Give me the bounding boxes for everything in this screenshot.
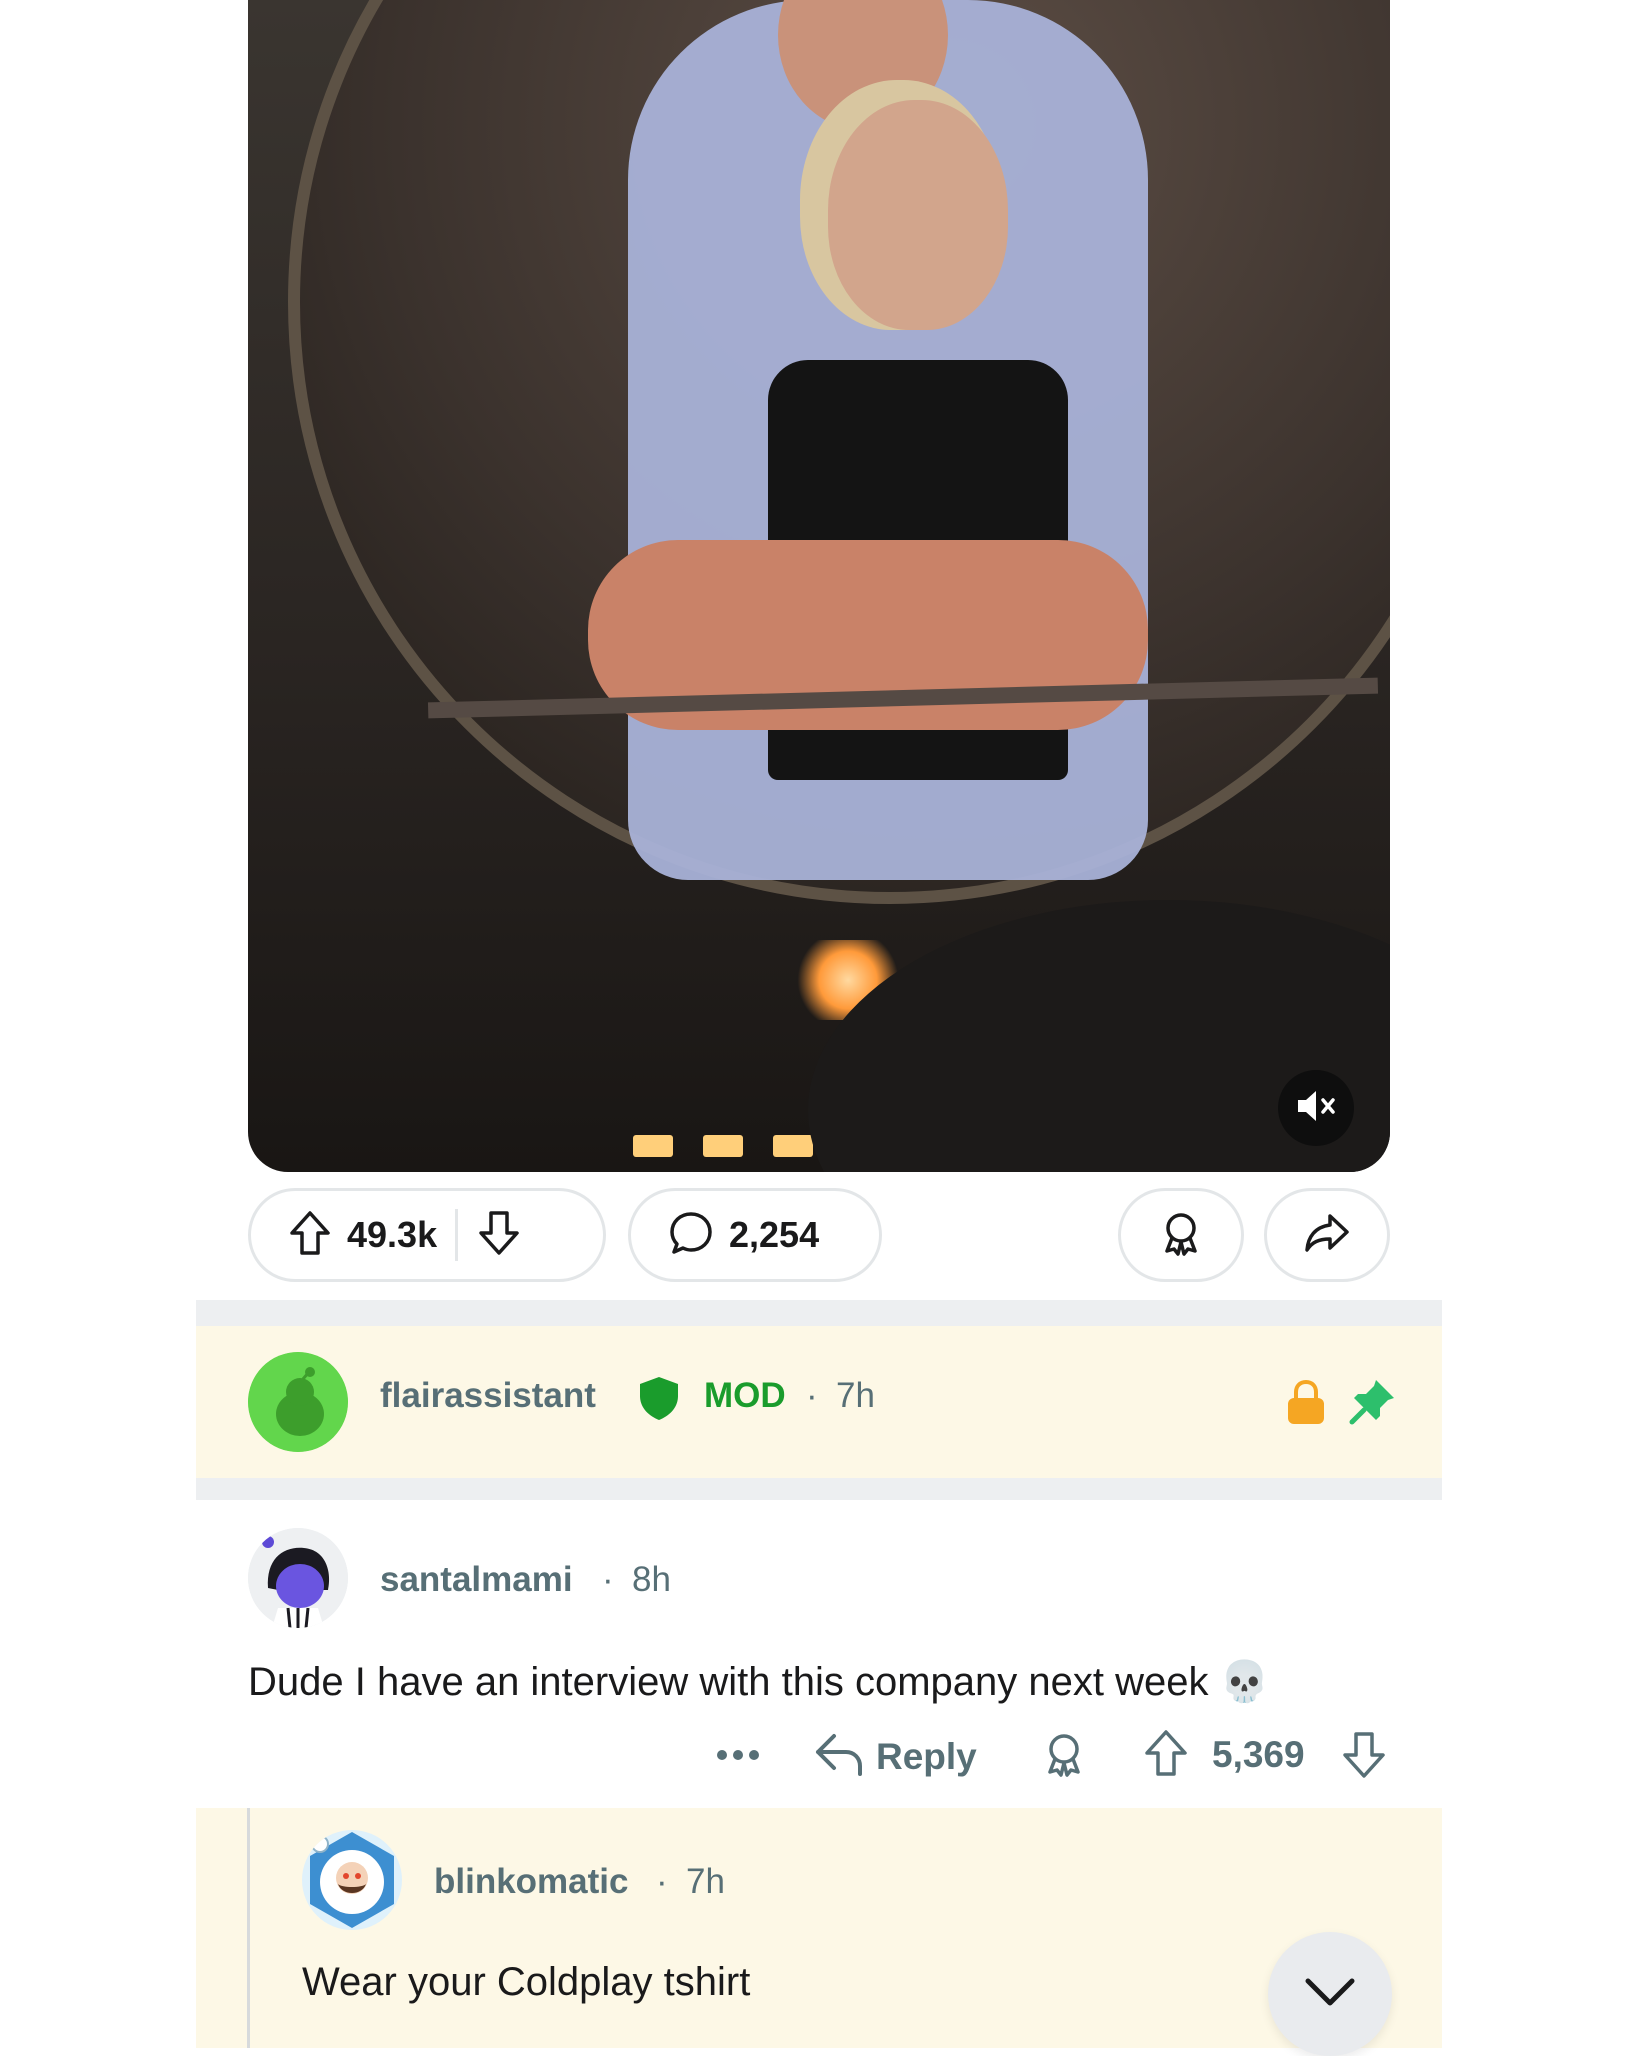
- thread-line[interactable]: [247, 1808, 250, 2048]
- award-button[interactable]: [1118, 1188, 1244, 1282]
- lock-icon: [1284, 1378, 1328, 1431]
- video-stage-lights: [633, 1135, 813, 1157]
- meta-separator: ·: [656, 1862, 668, 1901]
- reply-label: Reply: [876, 1735, 977, 1777]
- comment-username[interactable]: flairassistant: [380, 1376, 596, 1416]
- award-icon[interactable]: [1040, 1730, 1088, 1785]
- more-icon[interactable]: [714, 1740, 762, 1775]
- comments-button[interactable]: 2,254: [628, 1188, 882, 1282]
- comment-icon: [667, 1209, 715, 1262]
- comment-score: 5,369: [1212, 1734, 1305, 1775]
- comment-username[interactable]: santalmami: [380, 1560, 573, 1600]
- mute-button[interactable]: [1278, 1070, 1354, 1146]
- comment-body: Wear your Coldplay tshirt: [302, 1960, 751, 2004]
- section-separator: [196, 1300, 1442, 1326]
- shield-icon: [636, 1374, 682, 1427]
- post-video[interactable]: [248, 0, 1390, 1172]
- avatar[interactable]: [248, 1528, 348, 1628]
- award-icon: [1157, 1209, 1205, 1262]
- upvote-count: 49.3k: [347, 1214, 438, 1255]
- upvote-icon[interactable]: [287, 1209, 333, 1262]
- comment-count: 2,254: [729, 1214, 820, 1255]
- next-comment-button[interactable]: [1268, 1932, 1392, 2056]
- comment-time: 7h: [686, 1862, 725, 1901]
- comment-body: Dude I have an interview with this compa…: [248, 1660, 1270, 1704]
- downvote-icon[interactable]: [476, 1209, 522, 1262]
- reply-button[interactable]: Reply: [812, 1730, 977, 1783]
- comment-time: 8h: [632, 1560, 671, 1599]
- section-separator: [196, 1478, 1442, 1500]
- meta-separator: ·: [602, 1560, 614, 1599]
- vote-divider: [455, 1209, 459, 1261]
- video-woman-head: [828, 100, 1008, 330]
- upvote-icon[interactable]: [1142, 1728, 1190, 1783]
- avatar[interactable]: [302, 1830, 402, 1930]
- downvote-icon[interactable]: [1340, 1730, 1388, 1785]
- pinned-mod-comment[interactable]: flairassistant MOD · 7h: [196, 1326, 1442, 1478]
- mute-icon: [1294, 1086, 1338, 1131]
- comment-time: 7h: [836, 1376, 875, 1415]
- comment-username[interactable]: blinkomatic: [434, 1862, 628, 1902]
- share-icon: [1302, 1210, 1352, 1261]
- mod-badge: MOD: [704, 1376, 786, 1415]
- chevron-down-icon: [1302, 1975, 1358, 2014]
- share-button[interactable]: [1264, 1188, 1390, 1282]
- vote-bar: 49.3k: [248, 1188, 606, 1282]
- avatar[interactable]: [248, 1352, 348, 1452]
- pin-icon: [1346, 1376, 1398, 1433]
- meta-separator: ·: [806, 1376, 818, 1415]
- reply-icon: [812, 1730, 864, 1783]
